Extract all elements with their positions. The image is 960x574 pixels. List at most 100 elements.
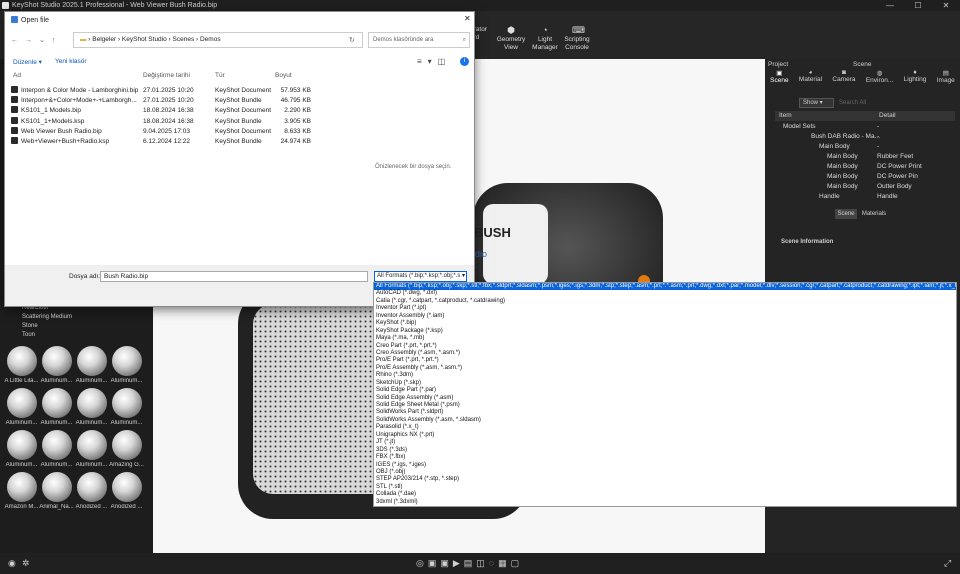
new-folder-button[interactable]: Yeni klasör <box>55 58 87 65</box>
material-thumbnail[interactable]: Aluminum... <box>74 430 109 472</box>
file-row[interactable]: Web Viewer Bush Radio.bip 9.04.2025 17:03… <box>11 126 321 137</box>
file-type-option[interactable]: Inventor Part (*.ipt) <box>374 305 956 312</box>
file-type-option[interactable]: Creo Part (*.prt, *.prt.*) <box>374 343 956 350</box>
file-type-option[interactable]: IGES (*.igs, *.iges) <box>374 462 956 469</box>
tree-row[interactable]: Main Body <box>827 162 858 172</box>
nav-buttons[interactable]: ←→⌄↑ <box>11 36 62 44</box>
file-row[interactable]: KS101_1+Models.ksp 18.08.2024 16:38 KeySho… <box>11 116 321 127</box>
material-thumbnail[interactable]: Aluminum... <box>39 388 74 430</box>
minimize-button[interactable]: — <box>876 0 904 11</box>
tree-row[interactable]: Handle <box>819 192 840 202</box>
file-type-option[interactable]: Pro/E Part (*.prt, *.prt.*) <box>374 357 956 364</box>
material-ball-icon <box>6 388 37 418</box>
scripting-console-button[interactable]: ⌨ Scripting Console <box>557 26 597 52</box>
close-icon[interactable]: ✕ <box>464 14 471 23</box>
material-thumbnail[interactable]: Aluminum... <box>4 430 39 472</box>
file-row[interactable]: Interpon & Color Mode - Lamborghini.bip 2… <box>11 86 321 96</box>
material-thumbnail[interactable]: Animal_Na... <box>39 472 74 514</box>
tree-row[interactable]: Main Body <box>819 142 850 152</box>
tab-scene[interactable]: ▣ Scene <box>770 69 788 93</box>
file-type-option[interactable]: Collada (*.dae) <box>374 491 956 498</box>
file-type-option[interactable]: Unigraphics NX (*.prt) <box>374 432 956 439</box>
file-row[interactable]: KS101_1 Models.bip 18.08.2024 16:38 KeySho… <box>11 106 321 116</box>
file-type-option[interactable]: JT (*.jt) <box>374 439 956 446</box>
file-type-option[interactable]: KeyShot (*.bip) <box>374 320 956 327</box>
dialog-icon <box>11 16 18 23</box>
material-thumbnail[interactable]: Amazing G... <box>109 430 144 472</box>
subtab-materials[interactable]: Materials <box>859 209 889 219</box>
tab-camera[interactable]: ◙ Camera <box>832 69 855 93</box>
file-type-option[interactable]: 3DS (*.3ds) <box>374 447 956 454</box>
breadcrumb[interactable]: ▬ › Belgeler › KeyShot Studio › Scenes ›… <box>73 32 363 48</box>
material-thumbnail[interactable]: Aluminum... <box>74 346 109 388</box>
file-type-option[interactable]: FBX (*.fbx) <box>374 454 956 461</box>
render-controls[interactable]: ◎▣▣▶▤◫◌▦▢ <box>416 558 523 569</box>
refresh-icon[interactable]: ↻ <box>349 36 355 44</box>
file-type: KeyShot Bundle <box>215 138 262 145</box>
material-thumbnail[interactable]: Anodized ... <box>74 472 109 514</box>
tab-lighting[interactable]: ♦ Lighting <box>904 69 927 93</box>
file-row[interactable]: Web+Viewer+Bush+Radio.ksp 6.12.2024 12:22… <box>11 137 321 147</box>
scene-search-input[interactable]: Search All <box>839 98 954 108</box>
folder-item[interactable]: Stone <box>22 323 38 329</box>
file-type-option[interactable]: Solid Edge Assembly (*.asm) <box>374 395 956 402</box>
tree-row[interactable]: Main Body <box>827 172 858 182</box>
settings-icon[interactable]: ✲ <box>22 558 30 569</box>
file-type-option[interactable]: STEP AP203/214 (*.stp, *.step) <box>374 476 956 483</box>
file-type-option[interactable]: Maya (*.ma, *.mb) <box>374 335 956 342</box>
file-type-option[interactable]: AutoCAD (*.dwg, *.dxf) <box>374 290 956 297</box>
tab-image[interactable]: ▤ Image <box>937 69 955 93</box>
material-library-panel: RealCloth Scattering Medium Stone Toon A… <box>0 302 153 553</box>
file-type-option[interactable]: Creo Assembly (*.asm, *.asm.*) <box>374 350 956 357</box>
maximize-button[interactable]: ☐ <box>904 0 932 11</box>
material-thumbnail[interactable]: Aluminum... <box>109 346 144 388</box>
file-type-option[interactable]: 3dxml (*.3dxml) <box>374 499 956 506</box>
folder-item[interactable]: Scattering Medium <box>22 314 72 320</box>
tree-row[interactable]: Main Body <box>827 182 858 192</box>
expand-icon[interactable]: ⤢ <box>944 558 951 569</box>
help-icon[interactable]: i <box>460 57 469 66</box>
file-type-select[interactable]: All Formats (*.bip;*.ksp;*.obj;*.s ▾ <box>374 271 467 282</box>
tab-material[interactable]: ◕ Material <box>799 69 822 93</box>
file-type-option[interactable]: Rhino (*.3dm) <box>374 372 956 379</box>
material-thumbnail[interactable]: Aluminum... <box>74 388 109 430</box>
file-type-option[interactable]: STL (*.stl) <box>374 484 956 491</box>
file-type-option[interactable]: Catia (*.cgr, *.catpart, *.catproduct, *… <box>374 298 956 305</box>
folder-item[interactable]: Toon <box>22 332 35 338</box>
tab-environment[interactable]: ◍ Environ... <box>866 69 893 93</box>
tree-row[interactable]: Main Body <box>827 152 858 162</box>
show-dropdown[interactable]: Show ▾ <box>799 98 834 108</box>
file-type-option[interactable]: Solid Edge Part (*.par) <box>374 387 956 394</box>
file-type-option[interactable]: Pro/E Assembly (*.asm, *.asm.*) <box>374 365 956 372</box>
file-type-option[interactable]: All Formats (*.bip;*.ksp;*.obj;*.skp;*.s… <box>374 283 956 291</box>
organize-button[interactable]: Düzenle ▾ <box>13 58 42 66</box>
subtab-scene[interactable]: Scene <box>835 209 857 219</box>
view-options[interactable]: ≡▾◫ <box>417 57 451 66</box>
file-type-option[interactable]: SketchUp (*.skp) <box>374 380 956 387</box>
file-type-option[interactable]: SolidWorks Assembly (*.asm, *.sldasm) <box>374 417 956 424</box>
material-ball-icon <box>76 430 107 460</box>
file-type-option[interactable]: OBJ (*.obj) <box>374 469 956 476</box>
file-type-option[interactable]: Parasolid (*.x_t) <box>374 424 956 431</box>
scene-information-header[interactable]: Scene Information <box>781 239 833 245</box>
tree-row[interactable]: Model Sets <box>783 122 816 132</box>
material-thumbnail[interactable]: Aluminum... <box>109 388 144 430</box>
material-thumbnail[interactable]: A Little Lila... <box>4 346 39 388</box>
tree-row[interactable]: Bush DAB Radio - Ma... <box>811 132 880 142</box>
material-thumbnail[interactable]: Aluminum... <box>4 388 39 430</box>
filename-input[interactable]: Bush Radio.bip <box>100 271 368 282</box>
file-type-option[interactable]: Solid Edge Sheet Metal (*.psm) <box>374 402 956 409</box>
file-date: 27.01.2025 10:20 <box>143 97 194 105</box>
material-thumbnail[interactable]: Aluminum... <box>39 430 74 472</box>
search-input[interactable]: Demos klasöründe ara ⌕ <box>368 32 470 48</box>
material-thumbnail[interactable]: Aluminum... <box>39 346 74 388</box>
file-row[interactable]: Interpon+&+Color+Mode+-+Lamborgh... 27.01… <box>11 96 321 106</box>
material-thumbnail[interactable]: Amazon M... <box>4 472 39 514</box>
file-type: KeyShot Bundle <box>215 97 262 105</box>
material-thumbnail[interactable]: Anodized ... <box>109 472 144 514</box>
file-type-option[interactable]: KeyShot Package (*.ksp) <box>374 328 956 335</box>
eye-icon[interactable]: ◉ <box>8 558 16 569</box>
file-type-option[interactable]: Inventor Assembly (*.iam) <box>374 313 956 320</box>
file-type-option[interactable]: SolidWorks Part (*.sldprt) <box>374 409 956 416</box>
close-app-button[interactable]: ✕ <box>932 0 960 11</box>
